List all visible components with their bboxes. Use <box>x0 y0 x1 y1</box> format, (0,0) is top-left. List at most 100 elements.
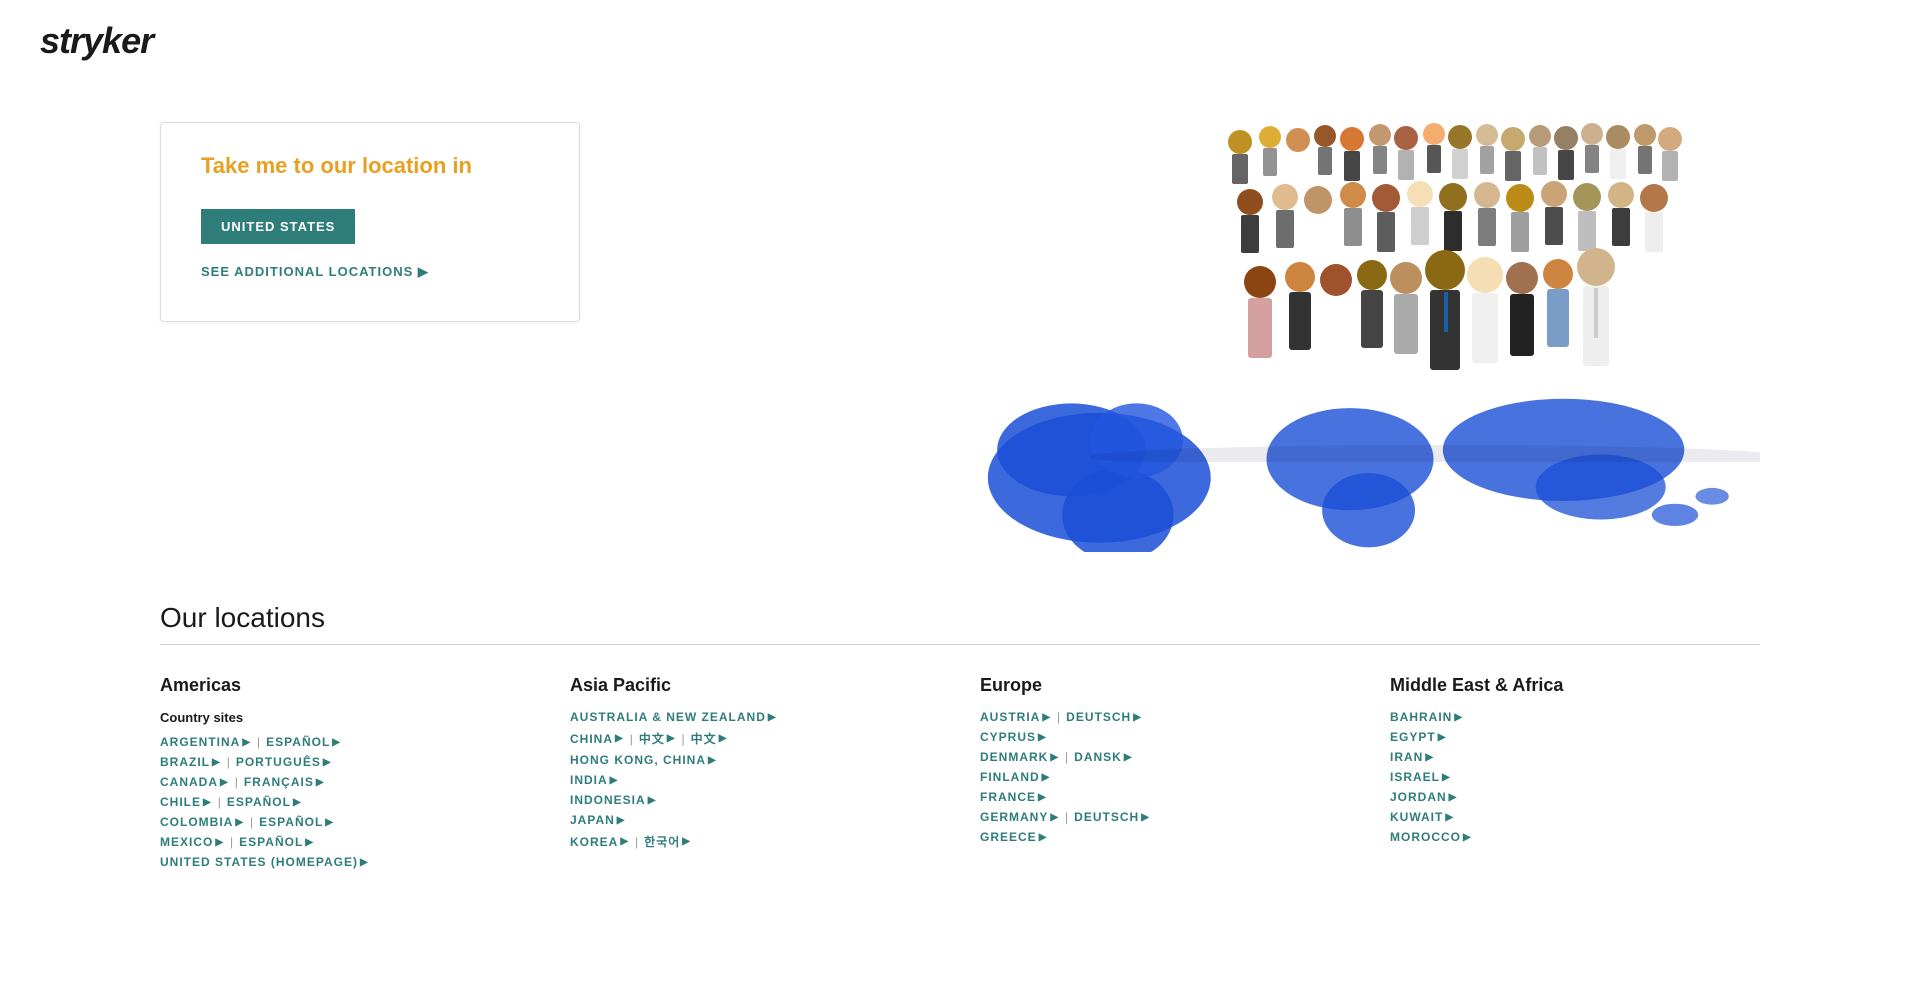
language-link[interactable]: ESPAÑOL ▶ <box>259 815 334 829</box>
country-link[interactable]: INDIA ▶ <box>570 773 618 787</box>
list-item: AUSTRIA ▶ | DEUTSCH ▶ <box>980 710 1350 724</box>
language-link[interactable]: DANSK ▶ <box>1074 750 1132 764</box>
list-item: CANADA ▶ | FRANÇAIS ▶ <box>160 775 530 789</box>
country-link[interactable]: BAHRAIN ▶ <box>1390 710 1463 724</box>
separator: | <box>227 755 230 769</box>
country-link[interactable]: DENMARK ▶ <box>980 750 1059 764</box>
card-title: Take me to our location in <box>201 153 539 179</box>
region-middle-east-africa: Middle East & Africa BAHRAIN ▶ EGYPT ▶ IRAN… <box>1390 675 1760 875</box>
language-link[interactable]: 中文 ▶ <box>639 730 676 747</box>
list-item: INDONESIA ▶ <box>570 793 940 807</box>
list-item: KOREA ▶ | 한국어 ▶ <box>570 833 940 850</box>
country-link[interactable]: CHINA ▶ <box>570 732 624 746</box>
language-link[interactable]: 한국어 ▶ <box>644 833 691 850</box>
separator: | <box>1065 810 1068 824</box>
list-item: KUWAIT ▶ <box>1390 810 1760 824</box>
list-item: MOROCCO ▶ <box>1390 830 1760 844</box>
hero-section: Take me to our location in UNITED STATES… <box>0 82 1920 562</box>
separator: | <box>1065 750 1068 764</box>
country-link[interactable]: KUWAIT ▶ <box>1390 810 1454 824</box>
list-item: MEXICO ▶ | ESPAÑOL ▶ <box>160 835 530 849</box>
country-link[interactable]: EGYPT ▶ <box>1390 730 1446 744</box>
region-americas: Americas Country sites ARGENTINA ▶ | ESPAÑOL… <box>160 675 530 875</box>
language-link[interactable]: DEUTSCH ▶ <box>1066 710 1142 724</box>
language-link[interactable]: ESPAÑOL ▶ <box>227 795 302 809</box>
country-link[interactable]: GREECE ▶ <box>980 830 1047 844</box>
list-item: FINLAND ▶ <box>980 770 1350 784</box>
separator: | <box>257 735 260 749</box>
region-title: Americas <box>160 675 530 696</box>
hero-image <box>820 82 1920 562</box>
country-link[interactable]: INDONESIA ▶ <box>570 793 656 807</box>
list-item: FRANCE ▶ <box>980 790 1350 804</box>
list-item: BRAZIL ▶ | PORTUGUÊS ▶ <box>160 755 530 769</box>
country-link[interactable]: CHILE ▶ <box>160 795 212 809</box>
list-item: BAHRAIN ▶ <box>1390 710 1760 724</box>
separator: | <box>1057 710 1060 724</box>
see-additional-locations-link[interactable]: SEE ADDITIONAL LOCATIONS <box>201 264 539 280</box>
separator: | <box>250 815 253 829</box>
language-link[interactable]: ESPAÑOL ▶ <box>266 735 341 749</box>
locations-section: Our locations Americas Country sites ARGEN… <box>0 562 1920 915</box>
country-link[interactable]: MOROCCO ▶ <box>1390 830 1472 844</box>
list-item: INDIA ▶ <box>570 773 940 787</box>
country-link[interactable]: IRAN ▶ <box>1390 750 1434 764</box>
people-svg <box>940 82 1760 462</box>
location-card: Take me to our location in UNITED STATES… <box>160 122 580 322</box>
region-title: Europe <box>980 675 1350 696</box>
region-title: Asia Pacific <box>570 675 940 696</box>
list-item: GERMANY ▶ | DEUTSCH ▶ <box>980 810 1350 824</box>
region-europe: Europe AUSTRIA ▶ | DEUTSCH ▶ CYPRUS ▶ DENMARK… <box>980 675 1350 875</box>
list-item: CHINA ▶ | 中文 ▶ | 中文 ▶ <box>570 730 940 747</box>
country-link[interactable]: MEXICO ▶ <box>160 835 224 849</box>
country-link[interactable]: ARGENTINA ▶ <box>160 735 251 749</box>
locations-title: Our locations <box>160 602 1760 645</box>
list-item: CHILE ▶ | ESPAÑOL ▶ <box>160 795 530 809</box>
list-item: GREECE ▶ <box>980 830 1350 844</box>
country-link[interactable]: AUSTRALIA & NEW ZEALAND ▶ <box>570 710 777 724</box>
country-link[interactable]: UNITED STATES (HOMEPAGE) ▶ <box>160 855 369 869</box>
list-item: AUSTRALIA & NEW ZEALAND ▶ <box>570 710 940 724</box>
list-item: IRAN ▶ <box>1390 750 1760 764</box>
region-title: Middle East & Africa <box>1390 675 1760 696</box>
us-location-button[interactable]: UNITED STATES <box>201 209 355 244</box>
list-item: HONG KONG, CHINA ▶ <box>570 753 940 767</box>
country-link[interactable]: KOREA ▶ <box>570 835 629 849</box>
language-link[interactable]: ESPAÑOL ▶ <box>239 835 314 849</box>
header: stryker <box>0 0 1920 82</box>
separator: | <box>230 835 233 849</box>
region-asia-pacific: Asia Pacific AUSTRALIA & NEW ZEALAND ▶ CHI… <box>570 675 940 875</box>
language-link[interactable]: DEUTSCH ▶ <box>1074 810 1150 824</box>
language-link[interactable]: FRANÇAIS ▶ <box>244 775 325 789</box>
separator: | <box>630 732 633 746</box>
list-item: UNITED STATES (HOMEPAGE) ▶ <box>160 855 530 869</box>
separator: | <box>218 795 221 809</box>
country-link[interactable]: AUSTRIA ▶ <box>980 710 1051 724</box>
country-link[interactable]: CANADA ▶ <box>160 775 229 789</box>
country-link[interactable]: CYPRUS ▶ <box>980 730 1047 744</box>
list-item: JORDAN ▶ <box>1390 790 1760 804</box>
country-link[interactable]: JORDAN ▶ <box>1390 790 1457 804</box>
list-item: CYPRUS ▶ <box>980 730 1350 744</box>
separator: | <box>682 732 685 746</box>
country-link[interactable]: ISRAEL ▶ <box>1390 770 1451 784</box>
list-item: ISRAEL ▶ <box>1390 770 1760 784</box>
country-link[interactable]: JAPAN ▶ <box>570 813 626 827</box>
language-link[interactable]: 中文 ▶ <box>691 730 728 747</box>
list-item: EGYPT ▶ <box>1390 730 1760 744</box>
language-link[interactable]: PORTUGUÊS ▶ <box>236 755 332 769</box>
list-item: JAPAN ▶ <box>570 813 940 827</box>
separator: | <box>235 775 238 789</box>
logo[interactable]: stryker <box>40 20 1880 62</box>
country-link[interactable]: HONG KONG, CHINA ▶ <box>570 753 717 767</box>
list-item: COLOMBIA ▶ | ESPAÑOL ▶ <box>160 815 530 829</box>
list-item: ARGENTINA ▶ | ESPAÑOL ▶ <box>160 735 530 749</box>
separator: | <box>635 835 638 849</box>
country-link[interactable]: GERMANY ▶ <box>980 810 1059 824</box>
country-link[interactable]: FRANCE ▶ <box>980 790 1047 804</box>
country-sites-label: Country sites <box>160 710 530 725</box>
regions-grid: Americas Country sites ARGENTINA ▶ | ESPAÑOL… <box>160 675 1760 875</box>
country-link[interactable]: FINLAND ▶ <box>980 770 1050 784</box>
country-link[interactable]: BRAZIL ▶ <box>160 755 221 769</box>
country-link[interactable]: COLOMBIA ▶ <box>160 815 244 829</box>
